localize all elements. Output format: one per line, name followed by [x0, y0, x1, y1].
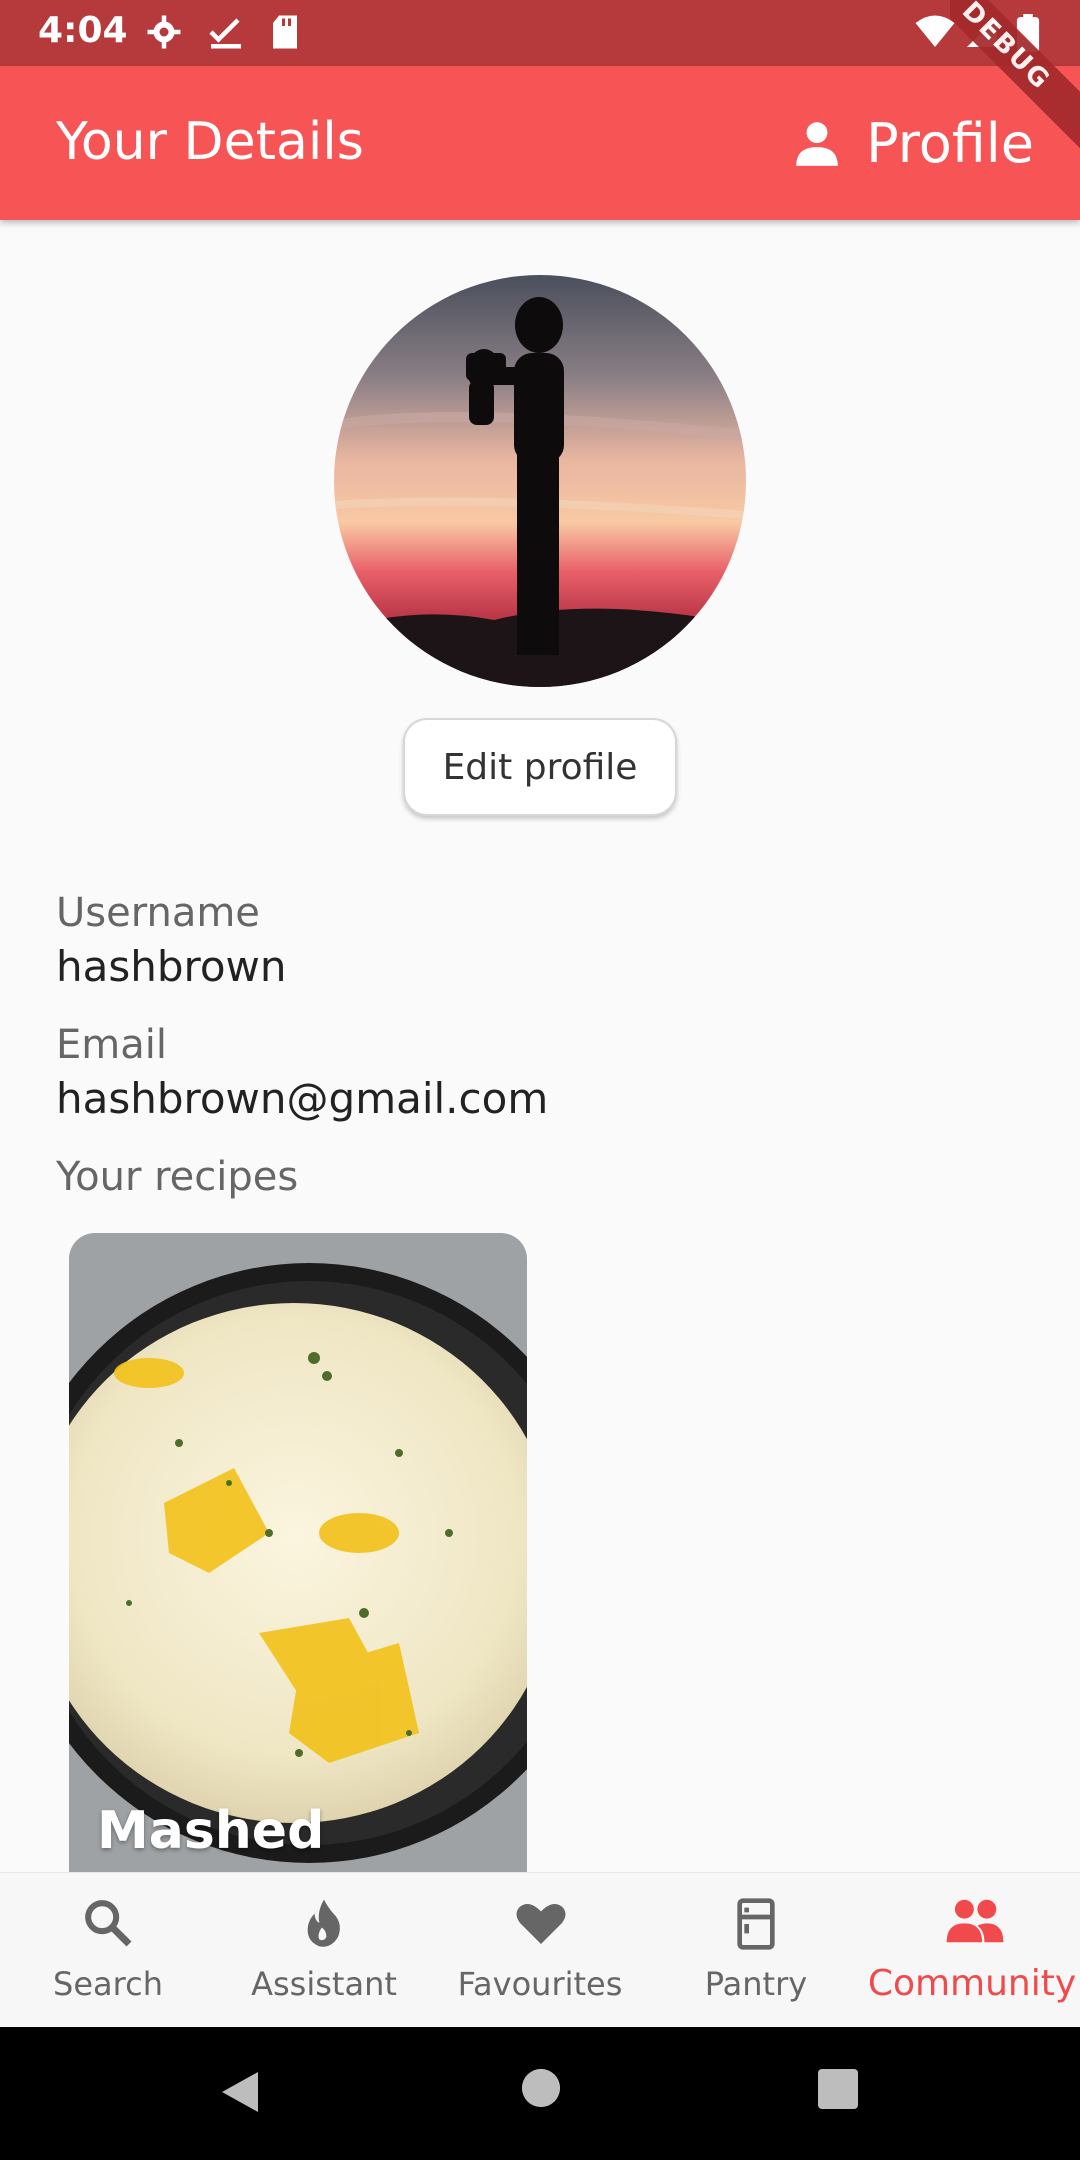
username-value: hashbrown [56, 942, 287, 991]
recipe-photo [69, 1233, 527, 1873]
nav-label-search: Search [53, 1965, 163, 2003]
person-icon [796, 122, 838, 166]
nav-item-favourites[interactable]: Favourites [432, 1873, 648, 2028]
people-icon [946, 1899, 1004, 1943]
home-icon[interactable] [520, 2067, 562, 2109]
sd-card-icon [273, 15, 297, 49]
search-icon [85, 1900, 132, 1947]
task-check-icon [209, 18, 241, 49]
fridge-icon [737, 1898, 775, 1950]
nav-label-community: Community [867, 1963, 1077, 2004]
nav-item-pantry[interactable]: Pantry [648, 1873, 864, 2028]
edit-profile-button[interactable]: Edit profile [403, 718, 677, 816]
avatar-photo [334, 275, 746, 687]
recipes-label: Your recipes [56, 1154, 299, 1200]
nav-item-search[interactable]: Search [0, 1873, 216, 2028]
app-bar: Your Details Profile [0, 66, 1080, 220]
recipe-card[interactable]: Mashed [69, 1233, 527, 1873]
nav-label-assistant: Assistant [251, 1965, 397, 2003]
back-icon[interactable] [218, 2067, 262, 2117]
status-bar: 4:04 [0, 0, 1080, 66]
avatar[interactable] [334, 275, 746, 687]
debug-banner-wrap: DEBUG [950, 0, 1080, 160]
recipe-title: Mashed [97, 1801, 325, 1861]
settings-icon [147, 15, 181, 49]
bottom-nav: Search Assistant Favourites Pantry Commu… [0, 1872, 1080, 2028]
nav-label-pantry: Pantry [704, 1965, 808, 2003]
email-label: Email [56, 1022, 167, 1068]
nav-item-community[interactable]: Community [864, 1873, 1080, 2028]
email-value: hashbrown@gmail.com [56, 1074, 549, 1123]
heart-icon [516, 1904, 566, 1944]
username-label: Username [56, 890, 260, 936]
system-nav-bar [0, 2027, 1080, 2160]
flame-icon [307, 1899, 340, 1947]
debug-banner: DEBUG [950, 0, 1080, 153]
nav-label-favourites: Favourites [457, 1965, 623, 2003]
recents-icon[interactable] [816, 2067, 860, 2111]
status-time: 4:04 [38, 10, 128, 51]
page-title: Your Details [56, 112, 364, 172]
nav-item-assistant[interactable]: Assistant [216, 1873, 432, 2028]
